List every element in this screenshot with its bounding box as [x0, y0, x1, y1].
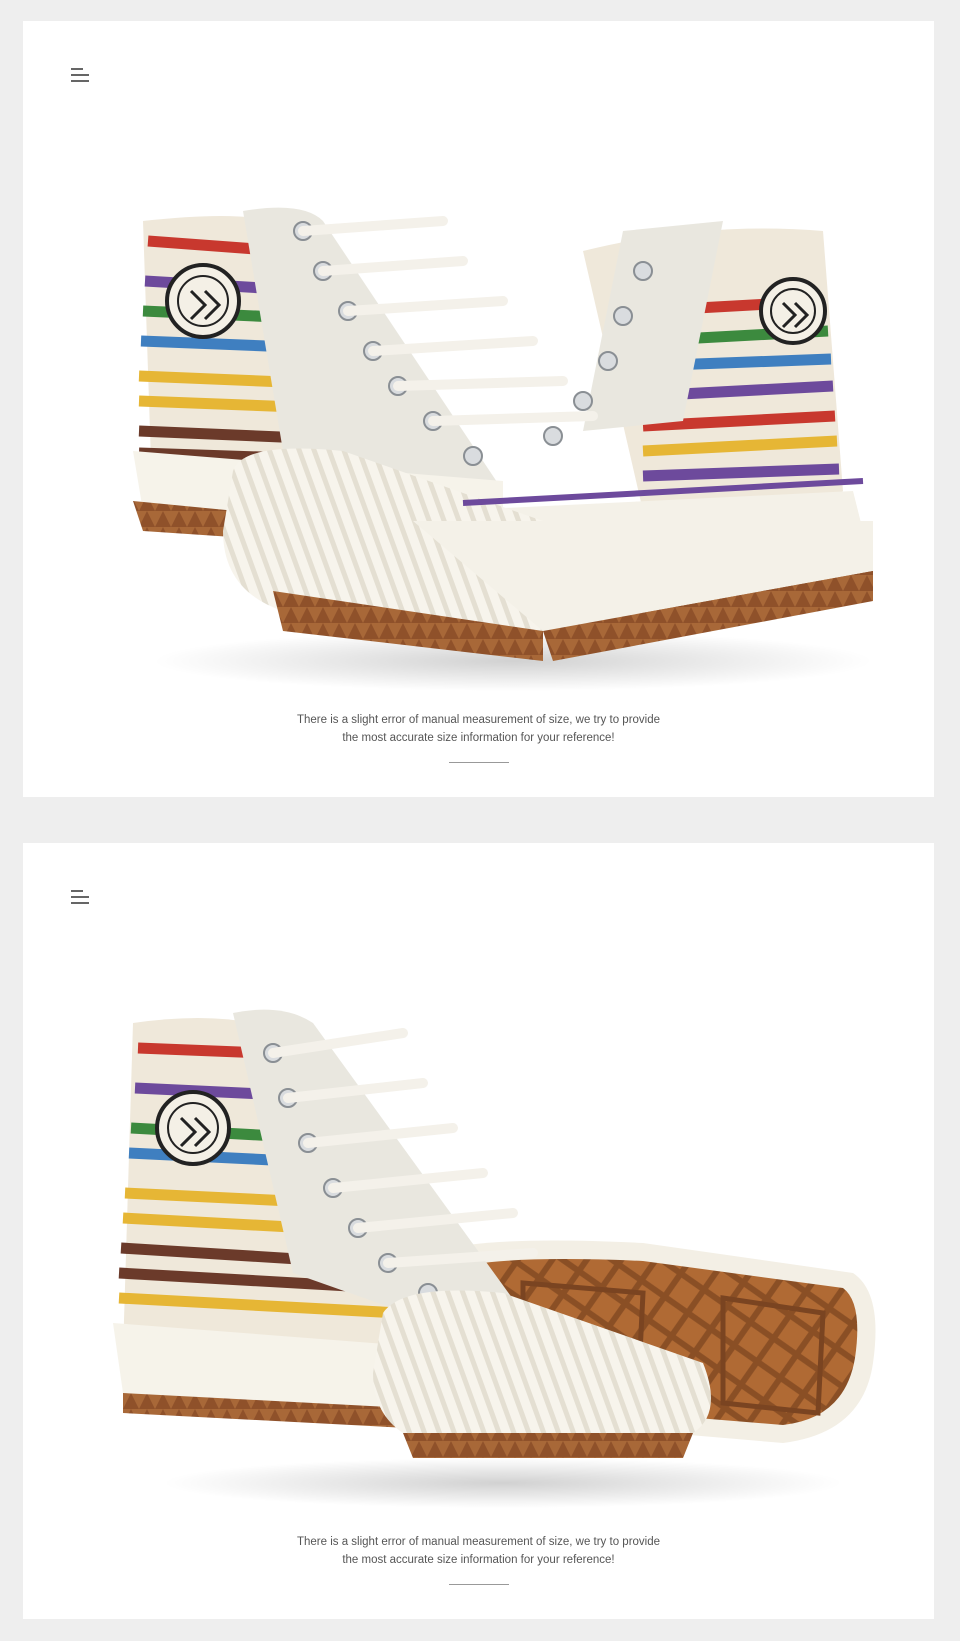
size-disclaimer: There is a slight error of manual measur… — [23, 711, 934, 747]
size-disclaimer: There is a slight error of manual measur… — [23, 1533, 934, 1569]
side-sneaker — [113, 1009, 711, 1458]
caption-line: There is a slight error of manual measur… — [296, 714, 661, 726]
menu-lines-icon — [71, 68, 91, 82]
divider — [449, 1584, 509, 1585]
menu-lines-icon — [71, 890, 91, 904]
sneaker-pair-photo — [133, 207, 873, 691]
caption-line: the most accurate size information for y… — [342, 1554, 615, 1566]
divider — [449, 762, 509, 763]
sneaker-with-sole-photo — [113, 1009, 876, 1508]
product-image-card: There is a slight error of manual measur… — [23, 843, 934, 1619]
caption-line: There is a slight error of manual measur… — [296, 1536, 661, 1548]
product-image-card: There is a slight error of manual measur… — [23, 21, 934, 797]
caption-line: the most accurate size information for y… — [342, 732, 615, 744]
